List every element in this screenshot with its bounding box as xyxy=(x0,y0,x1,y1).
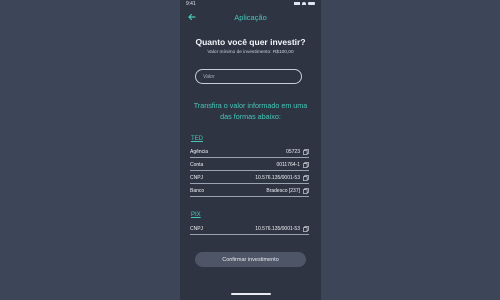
wifi-icon xyxy=(302,2,306,5)
row-value: 10.576.135/0001-53 xyxy=(255,225,300,232)
battery-icon xyxy=(308,2,315,5)
row-value: 0011764-1 xyxy=(276,161,300,168)
transfer-instructions: Transfira o valor informado em uma das f… xyxy=(193,101,308,121)
status-icons xyxy=(294,2,315,5)
row-label: Conta xyxy=(190,161,204,168)
copy-icon[interactable] xyxy=(303,148,309,155)
signal-icon xyxy=(294,2,300,5)
row-label: CNPJ xyxy=(190,225,204,232)
copy-icon[interactable] xyxy=(303,161,309,168)
home-indicator xyxy=(231,293,271,295)
ted-row-conta: Conta 0011764-1 xyxy=(190,159,309,171)
pix-row-cnpj: CNPJ 10.576.135/0001-53 xyxy=(190,223,309,235)
page-title: Aplicação xyxy=(234,13,267,22)
row-value: 05723 xyxy=(286,148,300,155)
valor-input[interactable] xyxy=(195,69,302,84)
copy-icon[interactable] xyxy=(303,174,309,181)
ted-row-cnpj: CNPJ 10.576.135/0001-53 xyxy=(190,172,309,184)
row-value: 10.576.135/0001-53 xyxy=(255,174,300,181)
copy-icon[interactable] xyxy=(303,225,309,232)
row-value: Bradesco [237] xyxy=(266,187,300,194)
row-label: Agência xyxy=(190,148,209,155)
row-label: Banco xyxy=(190,187,205,194)
confirm-investment-button[interactable]: Confirmar investimento xyxy=(195,252,306,267)
ted-section-title[interactable]: TED xyxy=(191,136,203,142)
row-label: CNPJ xyxy=(190,174,204,181)
ted-row-banco: Banco Bradesco [237] xyxy=(190,185,309,197)
status-time: 9:41 xyxy=(186,1,196,7)
question-heading: Quanto você quer investir? xyxy=(195,37,306,47)
phone-screen: 9:41 Aplicação Quanto você quer investir… xyxy=(180,0,321,300)
ted-row-agencia: Agência 05723 xyxy=(190,146,309,158)
min-value-text: Valor mínimo de investimento: R$100,00 xyxy=(207,50,294,55)
copy-icon[interactable] xyxy=(303,187,309,194)
pix-section-title[interactable]: PIX xyxy=(191,212,201,218)
